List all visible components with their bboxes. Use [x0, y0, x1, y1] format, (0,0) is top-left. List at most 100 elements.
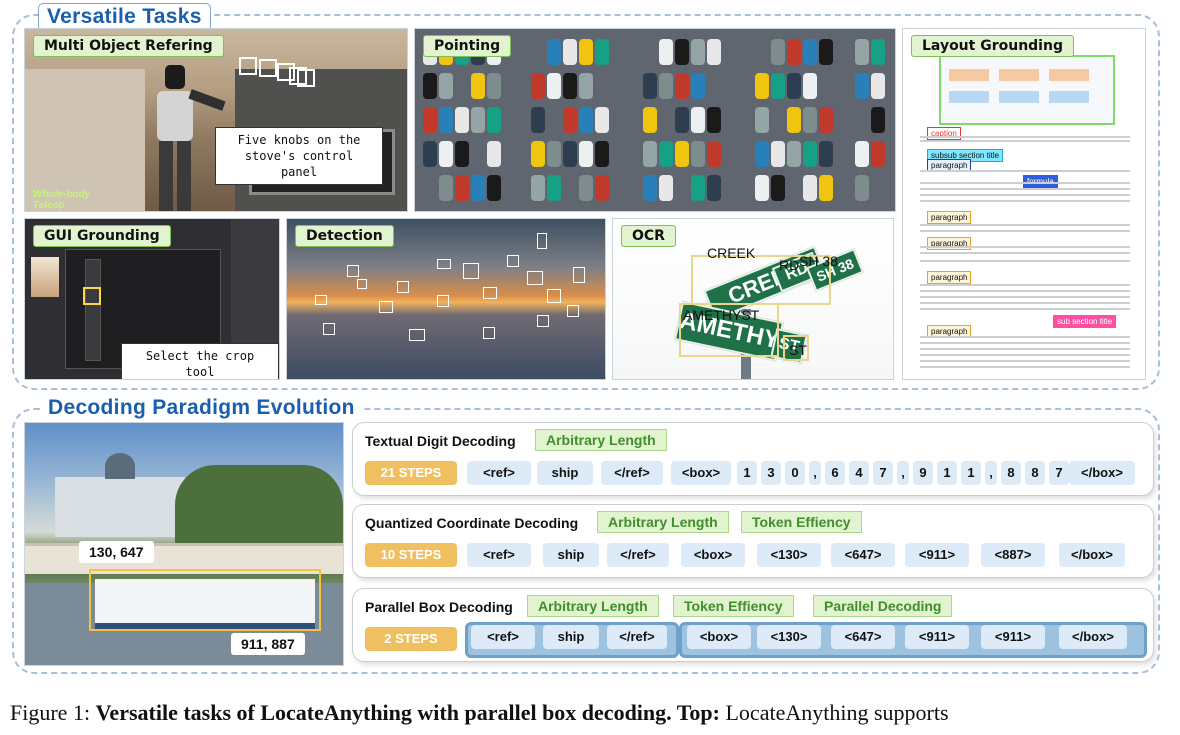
crop-tool-icon[interactable]	[83, 287, 101, 305]
text-line	[920, 260, 1130, 262]
token: ,	[809, 461, 821, 485]
text-line	[920, 348, 1130, 350]
ocr-label-st: ST	[789, 342, 807, 358]
car	[547, 175, 561, 201]
decoding-title: Decoding Paradigm Evolution	[40, 395, 363, 421]
token: ,	[985, 461, 997, 485]
car	[755, 73, 769, 99]
robot	[145, 65, 226, 211]
text-line	[920, 224, 1130, 226]
car	[531, 73, 545, 99]
gui-callout: Select the crop tool	[121, 343, 279, 379]
text-line	[920, 302, 1130, 304]
bird-box	[315, 295, 327, 305]
layout-label: paragraph	[927, 211, 972, 224]
text-line	[920, 354, 1130, 356]
tag-gui: GUI Grounding	[33, 225, 171, 247]
car	[787, 39, 801, 65]
panel-layout: Layout Grounding caption subsub section …	[902, 28, 1146, 380]
text-line	[920, 182, 1130, 184]
car	[707, 107, 721, 133]
token: 9	[913, 461, 933, 485]
car	[547, 141, 561, 167]
steps-badge: 21 STEPS	[365, 461, 457, 485]
text-line	[920, 194, 1130, 196]
car	[487, 141, 501, 167]
car	[643, 73, 657, 99]
versatile-tasks-title: Versatile Tasks	[38, 3, 211, 31]
car	[855, 175, 869, 201]
row-quantized: Quantized Coordinate Decoding Arbitrary …	[352, 504, 1154, 578]
token: ship	[543, 625, 599, 649]
token: </ref>	[607, 625, 667, 649]
car	[471, 107, 485, 133]
car	[579, 107, 593, 133]
car	[675, 39, 689, 65]
car	[439, 175, 453, 201]
token: <911>	[981, 625, 1045, 649]
car	[855, 73, 869, 99]
car	[579, 73, 593, 99]
tag-detection: Detection	[295, 225, 394, 247]
car	[787, 73, 801, 99]
tag-layout: Layout Grounding	[911, 35, 1074, 57]
car	[819, 107, 833, 133]
knob-box	[239, 57, 257, 75]
row-title: Parallel Box Decoding	[365, 599, 513, 615]
bird-box	[463, 263, 479, 279]
car	[803, 73, 817, 99]
car	[675, 107, 689, 133]
token: </box>	[1059, 543, 1125, 567]
text-line	[920, 336, 1130, 338]
car	[531, 107, 545, 133]
bird-box	[379, 301, 393, 313]
token: <911>	[905, 543, 969, 567]
bird-box	[323, 323, 335, 335]
car	[691, 175, 705, 201]
car	[595, 141, 609, 167]
car	[423, 141, 437, 167]
bird-box	[483, 287, 497, 299]
car	[787, 141, 801, 167]
car	[643, 141, 657, 167]
token: <box>	[687, 625, 751, 649]
architecture-diagram	[939, 55, 1115, 125]
bird-box	[537, 233, 547, 249]
car	[531, 141, 545, 167]
car	[563, 141, 577, 167]
car	[471, 73, 485, 99]
ocr-label-rd: RD	[779, 257, 800, 273]
token: <647>	[831, 625, 895, 649]
car	[675, 141, 689, 167]
token: </box>	[1059, 625, 1127, 649]
car	[691, 73, 705, 99]
church	[55, 477, 185, 537]
token: </ref>	[607, 543, 669, 567]
panel-pointing: Pointing	[414, 28, 896, 212]
car	[487, 175, 501, 201]
token: 7	[1049, 461, 1069, 485]
text-line	[920, 284, 1130, 286]
token: ship	[537, 461, 593, 485]
car	[487, 73, 501, 99]
car	[487, 107, 501, 133]
car	[871, 141, 885, 167]
bird-box	[567, 305, 579, 317]
text-line	[920, 136, 1130, 138]
car	[819, 175, 833, 201]
tag-ocr: OCR	[621, 225, 676, 247]
token: <ref>	[467, 543, 531, 567]
car	[659, 175, 673, 201]
image-thumbnail	[31, 257, 59, 297]
bird-box	[357, 279, 367, 289]
car	[755, 141, 769, 167]
token: <ref>	[467, 461, 531, 485]
car	[803, 141, 817, 167]
car	[659, 141, 673, 167]
car	[423, 73, 437, 99]
car	[471, 175, 485, 201]
car	[819, 39, 833, 65]
bird-box	[437, 259, 451, 269]
token: 1	[737, 461, 757, 485]
knob-box	[297, 69, 315, 87]
